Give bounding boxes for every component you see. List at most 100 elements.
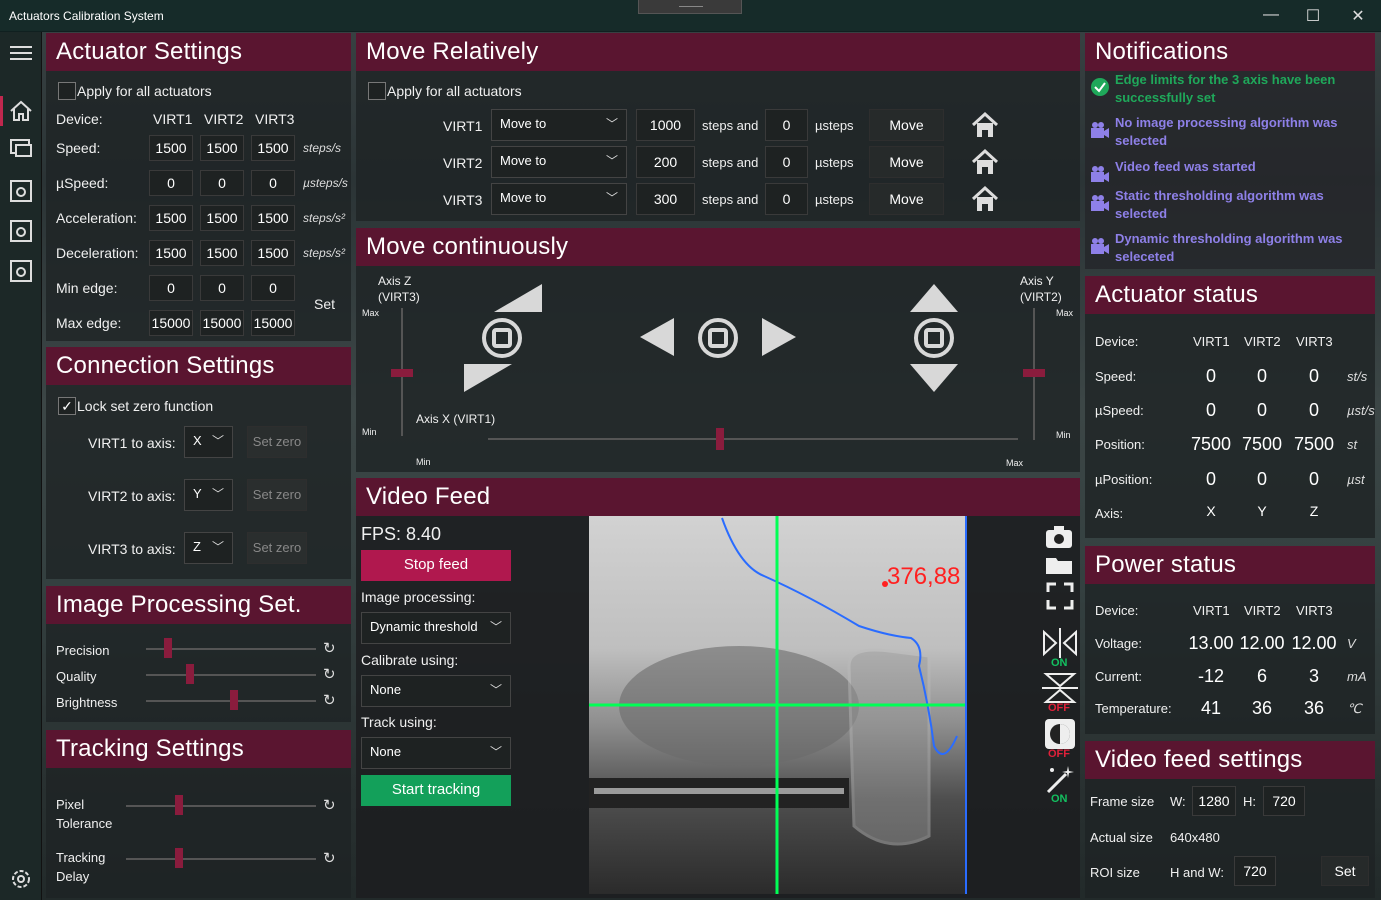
set-zero-button[interactable]: Set zero bbox=[247, 532, 307, 564]
steps-input[interactable]: 200 bbox=[636, 146, 695, 178]
x-stop-icon[interactable] bbox=[696, 316, 740, 360]
set-zero-button[interactable]: Set zero bbox=[247, 479, 307, 511]
usteps-input[interactable]: 0 bbox=[765, 146, 808, 178]
steps-input[interactable]: 300 bbox=[636, 183, 695, 215]
axis-select[interactable]: X ﹀ bbox=[184, 426, 233, 458]
reset-icon[interactable]: ↻ bbox=[323, 691, 336, 709]
y-down-arrow-icon[interactable] bbox=[910, 364, 958, 392]
lock-checkbox[interactable]: ✓ bbox=[58, 397, 76, 415]
axis-x-slider[interactable] bbox=[488, 438, 1018, 440]
z-up-arrow-icon[interactable] bbox=[494, 284, 542, 312]
stop-feed-button[interactable]: Stop feed bbox=[361, 550, 511, 581]
minimize-button[interactable]: — bbox=[1256, 6, 1286, 24]
reset-icon[interactable]: ↻ bbox=[323, 796, 336, 814]
y-up-arrow-icon[interactable] bbox=[910, 284, 958, 312]
home-icon[interactable] bbox=[8, 98, 34, 124]
calibrate-select[interactable]: None ﹀ bbox=[361, 675, 511, 707]
set-button[interactable]: Set bbox=[314, 296, 335, 312]
axis-select[interactable]: Z ﹀ bbox=[184, 532, 233, 564]
z-down-arrow-icon[interactable] bbox=[464, 364, 512, 392]
y-stop-icon[interactable] bbox=[912, 316, 956, 360]
reset-icon[interactable]: ↻ bbox=[323, 639, 336, 657]
value-input[interactable]: 0 bbox=[149, 170, 193, 196]
value-input[interactable]: 0 bbox=[200, 170, 244, 196]
value-input[interactable]: 1500 bbox=[200, 205, 244, 231]
close-button[interactable]: ✕ bbox=[1343, 6, 1373, 26]
apply-all-checkbox[interactable] bbox=[368, 82, 386, 100]
magic-wand-icon[interactable] bbox=[1044, 764, 1076, 794]
folder-icon[interactable] bbox=[1044, 554, 1074, 576]
maximize-button[interactable]: ☐ bbox=[1298, 6, 1328, 26]
value-input[interactable]: 0 bbox=[251, 170, 295, 196]
drag-grip[interactable] bbox=[638, 0, 742, 14]
contrast-icon[interactable] bbox=[1044, 718, 1076, 750]
value-input[interactable]: 15000 bbox=[149, 310, 193, 336]
value-input[interactable]: 1500 bbox=[200, 240, 244, 266]
steps-input[interactable]: 1000 bbox=[636, 109, 695, 141]
roi-size-input[interactable]: 720 bbox=[1234, 856, 1276, 886]
home-icon[interactable] bbox=[971, 148, 999, 176]
set-zero-button[interactable]: Set zero bbox=[247, 426, 307, 458]
start-tracking-button[interactable]: Start tracking bbox=[361, 775, 511, 806]
move-mode-select[interactable]: Move to ﹀ bbox=[491, 146, 627, 178]
usteps-input[interactable]: 0 bbox=[765, 183, 808, 215]
value-input[interactable]: 1500 bbox=[149, 205, 193, 231]
apply-all-checkbox[interactable] bbox=[58, 82, 76, 100]
slider-track[interactable] bbox=[146, 674, 316, 676]
home-icon[interactable] bbox=[971, 111, 999, 139]
value-input[interactable]: 1500 bbox=[251, 240, 295, 266]
flip-icon[interactable] bbox=[1042, 672, 1078, 704]
row-label: µPosition: bbox=[1095, 472, 1153, 487]
monitor-icon[interactable] bbox=[8, 136, 34, 162]
value-input[interactable]: 0 bbox=[251, 275, 295, 301]
mirror-icon[interactable] bbox=[1042, 628, 1078, 658]
x-right-arrow-icon[interactable] bbox=[762, 318, 796, 356]
value-input[interactable]: 15000 bbox=[251, 310, 295, 336]
x-left-arrow-icon[interactable] bbox=[640, 318, 674, 356]
slider-thumb[interactable] bbox=[230, 690, 238, 710]
frame-width-input[interactable]: 1280 bbox=[1192, 786, 1236, 816]
move-button[interactable]: Move bbox=[869, 183, 944, 215]
fullscreen-icon[interactable] bbox=[1046, 582, 1074, 610]
move-button[interactable]: Move bbox=[869, 146, 944, 178]
value-input[interactable]: 0 bbox=[149, 275, 193, 301]
camera-icon[interactable] bbox=[1044, 524, 1074, 550]
slider-thumb[interactable] bbox=[186, 664, 194, 684]
value-input[interactable]: 1500 bbox=[251, 205, 295, 231]
slider-track[interactable] bbox=[126, 858, 316, 860]
value-input[interactable]: 1500 bbox=[200, 135, 244, 161]
value-input[interactable]: 15000 bbox=[200, 310, 244, 336]
image-processing-select[interactable]: Dynamic threshold ﹀ bbox=[361, 612, 511, 644]
panel-title: Actuator status bbox=[1085, 276, 1375, 314]
slider-thumb[interactable] bbox=[164, 638, 172, 658]
set-button[interactable]: Set bbox=[1321, 856, 1369, 886]
axis-y-thumb[interactable] bbox=[1023, 369, 1045, 377]
settings-window-icon[interactable] bbox=[8, 258, 34, 284]
value-input[interactable]: 1500 bbox=[149, 135, 193, 161]
settings-window-icon[interactable] bbox=[8, 178, 34, 204]
reset-icon[interactable]: ↻ bbox=[323, 849, 336, 867]
z-stop-icon[interactable] bbox=[480, 316, 524, 360]
value-input[interactable]: 1500 bbox=[149, 240, 193, 266]
slider-thumb[interactable] bbox=[175, 848, 183, 868]
move-button[interactable]: Move bbox=[869, 109, 944, 141]
settings-window-icon[interactable] bbox=[8, 218, 34, 244]
axis-select[interactable]: Y ﹀ bbox=[184, 479, 233, 511]
unit-label: µst bbox=[1347, 472, 1365, 487]
value-input[interactable]: 1500 bbox=[251, 135, 295, 161]
axis-x-thumb[interactable] bbox=[716, 428, 724, 450]
frame-height-input[interactable]: 720 bbox=[1263, 786, 1305, 816]
move-mode-select[interactable]: Move to ﹀ bbox=[491, 109, 627, 141]
usteps-input[interactable]: 0 bbox=[765, 109, 808, 141]
slider-track[interactable] bbox=[126, 805, 316, 807]
slider-thumb[interactable] bbox=[175, 795, 183, 815]
value-input[interactable]: 0 bbox=[200, 275, 244, 301]
video-frame[interactable]: 376,88 bbox=[589, 516, 967, 894]
hamburger-menu-icon[interactable] bbox=[8, 40, 34, 66]
gear-icon[interactable] bbox=[8, 866, 34, 892]
reset-icon[interactable]: ↻ bbox=[323, 665, 336, 683]
track-select[interactable]: None ﹀ bbox=[361, 737, 511, 769]
home-icon[interactable] bbox=[971, 185, 999, 213]
move-mode-select[interactable]: Move to ﹀ bbox=[491, 183, 627, 215]
axis-z-thumb[interactable] bbox=[391, 369, 413, 377]
